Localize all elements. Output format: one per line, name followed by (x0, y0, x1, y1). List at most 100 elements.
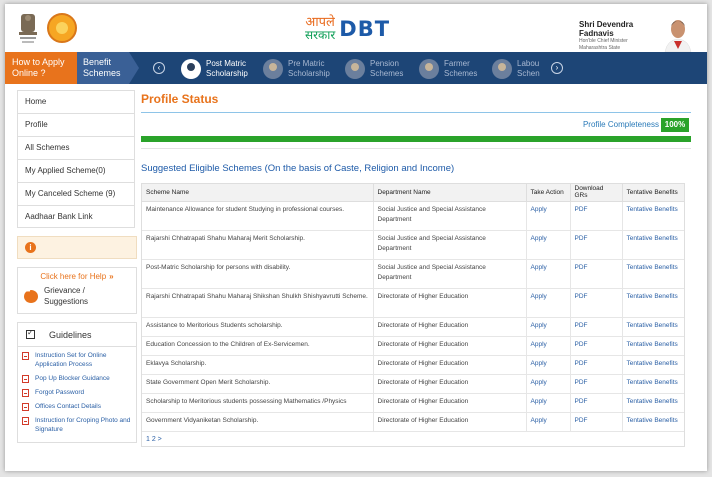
apply-link[interactable]: Apply (526, 355, 571, 375)
department-name: Directorate of Higher Education (373, 336, 527, 356)
nav-item-label: Farmer Schemes (444, 59, 478, 78)
nav-prev-button[interactable]: ‹ (153, 62, 165, 74)
col-header-action: Take Action (526, 184, 571, 202)
sidebar-item-applied[interactable]: My Applied Scheme(0) (17, 159, 135, 182)
col-header-download: Download GRs (570, 184, 623, 202)
completeness-progress-fill (141, 136, 691, 142)
guide-link[interactable]: Instruction Set for Online Application P… (35, 351, 136, 369)
scheme-name: Maintenance Allowance for student Studyi… (142, 201, 374, 231)
scheme-name: Education Concession to the Children of … (142, 336, 374, 356)
aaple-sarkar-dbt-logo[interactable]: आपले सरकार DBT (305, 14, 390, 44)
nav-item-pre-matric[interactable]: Pre Matric Scholarship (263, 57, 334, 81)
guide-item[interactable]: Instruction for Croping Photo and Signat… (22, 416, 136, 434)
guide-item[interactable]: Offices Contact Details (22, 402, 136, 411)
nav-item-farmer[interactable]: Farmer Schemes (419, 57, 484, 81)
guide-link[interactable]: Pop Up Blocker Guidance (35, 374, 110, 383)
info-strip[interactable]: i (17, 236, 137, 259)
guidelines-header: Guidelines (18, 323, 136, 347)
sidebar-item-canceled[interactable]: My Canceled Scheme (9) (17, 182, 135, 205)
apply-link[interactable]: Apply (526, 230, 571, 260)
nav-item-labour[interactable]: Labou Schen (492, 57, 547, 81)
table-row: Rajarshi Chhatrapati Shahu Maharaj Merit… (142, 230, 684, 260)
pdf-icon (22, 389, 29, 397)
guide-link[interactable]: Forgot Password (35, 388, 84, 397)
logo-marathi: आपले सरकार (305, 15, 336, 42)
pdf-link[interactable]: PDF (570, 230, 623, 260)
grievance-label: Grievance / Suggestions (44, 286, 89, 306)
tentative-benefits-link[interactable]: Tentative Benefits (622, 230, 684, 260)
scheme-name: Rajarshi Chhatrapati Shahu Maharaj Shiks… (142, 288, 374, 318)
guide-link[interactable]: Instruction for Croping Photo and Signat… (35, 416, 136, 434)
nav-item-pension[interactable]: Pension Schemes (345, 57, 410, 81)
tentative-benefits-link[interactable]: Tentative Benefits (622, 393, 684, 413)
department-name: Directorate of Higher Education (373, 355, 527, 375)
guide-item[interactable]: Forgot Password (22, 388, 136, 397)
pdf-link[interactable]: PDF (570, 412, 623, 432)
guide-item[interactable]: Instruction Set for Online Application P… (22, 351, 136, 369)
chat-icon (24, 289, 38, 303)
tentative-benefits-link[interactable]: Tentative Benefits (622, 355, 684, 375)
apply-link[interactable]: Apply (526, 393, 571, 413)
checkbox-icon (26, 328, 35, 339)
department-name: Directorate of Higher Education (373, 393, 527, 413)
completeness-badge: 100% (661, 118, 689, 132)
nav-item-post-matric[interactable]: Post Matric Scholarship (181, 57, 256, 81)
how-to-apply-button[interactable]: How to Apply Online ? (5, 52, 77, 84)
nav-item-label: Labou Schen (517, 59, 540, 78)
table-row: Maintenance Allowance for student Studyi… (142, 201, 684, 231)
cm-photo-avatar (661, 14, 695, 52)
tentative-benefits-link[interactable]: Tentative Benefits (622, 336, 684, 356)
apply-link[interactable]: Apply (526, 336, 571, 356)
col-header-department: Department Name (373, 184, 527, 202)
pdf-link[interactable]: PDF (570, 355, 623, 375)
guide-item[interactable]: Pop Up Blocker Guidance (22, 374, 136, 383)
sidebar-item-aadhaar[interactable]: Aadhaar Bank Link (17, 205, 135, 228)
guidelines-list: Instruction Set for Online Application P… (18, 347, 136, 442)
tentative-benefits-link[interactable]: Tentative Benefits (622, 288, 684, 318)
apply-link[interactable]: Apply (526, 317, 571, 337)
pdf-link[interactable]: PDF (570, 288, 623, 318)
student-icon (263, 59, 283, 79)
pdf-link[interactable]: PDF (570, 336, 623, 356)
pdf-link[interactable]: PDF (570, 393, 623, 413)
apply-link[interactable]: Apply (526, 412, 571, 432)
sidebar-item-home[interactable]: Home (17, 90, 135, 113)
tentative-benefits-link[interactable]: Tentative Benefits (622, 259, 684, 289)
pdf-link[interactable]: PDF (570, 201, 623, 231)
sidebar-item-profile[interactable]: Profile (17, 113, 135, 136)
grievance-link[interactable]: Grievance / Suggestions (18, 285, 136, 307)
scheme-name: Government Vidyaniketan Scholarship. (142, 412, 374, 432)
apply-link[interactable]: Apply (526, 201, 571, 231)
apply-link[interactable]: Apply (526, 288, 571, 318)
tentative-benefits-link[interactable]: Tentative Benefits (622, 317, 684, 337)
department-name: Directorate of Higher Education (373, 317, 527, 337)
benefit-schemes-tab[interactable]: Benefit Schemes (77, 52, 139, 84)
scheme-name: Scholarship to Meritorious students poss… (142, 393, 374, 413)
col-header-benefits: Tentative Benefits (622, 184, 684, 202)
department-name: Social Justice and Special Assistance De… (373, 230, 527, 260)
table-row: Eklavya Scholarship. Directorate of High… (142, 355, 684, 375)
tentative-benefits-link[interactable]: Tentative Benefits (622, 374, 684, 394)
nav-next-button[interactable]: › (551, 62, 563, 74)
department-name: Directorate of Higher Education (373, 288, 527, 318)
pagination[interactable]: 1 2 > (142, 432, 684, 446)
tentative-benefits-link[interactable]: Tentative Benefits (622, 201, 684, 231)
student-icon (181, 59, 201, 79)
apply-link[interactable]: Apply (526, 259, 571, 289)
apply-link[interactable]: Apply (526, 374, 571, 394)
help-link[interactable]: Click here for Help» (18, 271, 136, 285)
app-frame: आपले सरकार DBT Shri Devendra Fadnavis Ho… (5, 4, 707, 471)
pdf-link[interactable]: PDF (570, 317, 623, 337)
pdf-icon (22, 375, 29, 383)
guide-link[interactable]: Offices Contact Details (35, 402, 101, 411)
divider (141, 148, 691, 149)
col-header-scheme: Scheme Name (142, 184, 374, 202)
scheme-name: Eklavya Scholarship. (142, 355, 374, 375)
elder-icon (345, 59, 365, 79)
pdf-link[interactable]: PDF (570, 374, 623, 394)
table-header-row: Scheme Name Department Name Take Action … (142, 184, 684, 202)
national-emblem-icon (19, 14, 37, 43)
pdf-link[interactable]: PDF (570, 259, 623, 289)
sidebar-item-all-schemes[interactable]: All Schemes (17, 136, 135, 159)
tentative-benefits-link[interactable]: Tentative Benefits (622, 412, 684, 432)
